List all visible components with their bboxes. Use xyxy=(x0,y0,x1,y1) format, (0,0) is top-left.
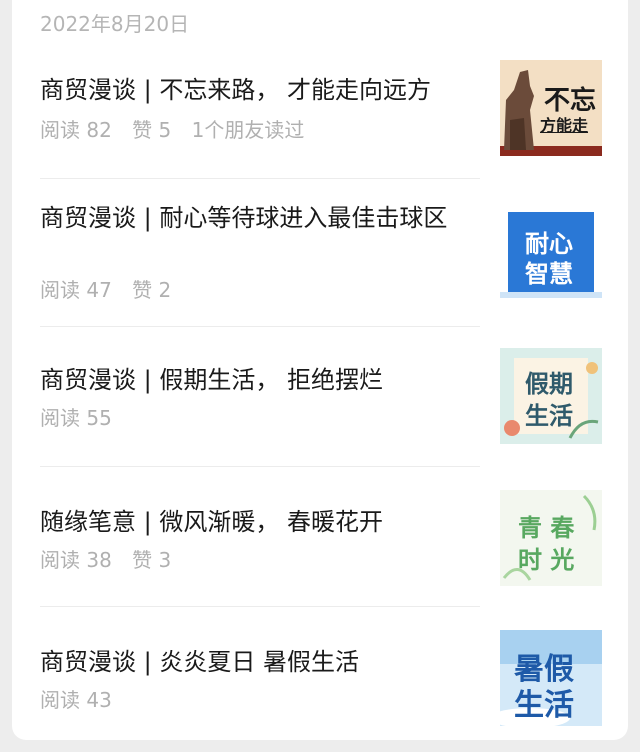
read-count: 阅读 38 xyxy=(40,548,112,572)
article-meta: 阅读 55 xyxy=(40,402,126,431)
article-item-3[interactable]: 商贸漫谈 | 假期生活， 拒绝摆烂 阅读 55 假期 生活 xyxy=(40,340,602,446)
read-count: 阅读 55 xyxy=(40,406,112,430)
thumbnail-text: 青 春 xyxy=(518,514,575,542)
read-count: 阅读 43 xyxy=(40,688,112,712)
article-item-1[interactable]: 商贸漫谈 | 不忘来路， 才能走向远方 阅读 82 赞 5 1个朋友读过 不忘 … xyxy=(40,56,602,164)
article-thumbnail[interactable]: 假期 生活 xyxy=(500,348,602,444)
thumbnail-subtext: 方能走 xyxy=(540,116,589,135)
like-count: 赞 3 xyxy=(132,548,172,572)
divider xyxy=(40,606,480,607)
article-title[interactable]: 商贸漫谈 | 炎炎夏日 暑假生活 xyxy=(40,644,480,680)
like-count: 赞 2 xyxy=(132,278,172,302)
article-item-5[interactable]: 商贸漫谈 | 炎炎夏日 暑假生活 阅读 43 暑假 生活 xyxy=(40,622,602,728)
article-thumbnail[interactable]: 耐心 智慧 xyxy=(500,206,602,302)
read-count: 阅读 82 xyxy=(40,118,112,142)
article-meta: 阅读 82 赞 5 1个朋友读过 xyxy=(40,114,318,143)
article-meta: 阅读 47 赞 2 xyxy=(40,274,185,303)
article-thumbnail[interactable]: 不忘 方能走 xyxy=(500,60,602,156)
divider xyxy=(40,178,480,179)
article-item-4[interactable]: 随缘笔意 | 微风渐暖， 春暖花开 阅读 38 赞 3 青 春 时 光 xyxy=(40,482,602,588)
thumbnail-subtext: 时 光 xyxy=(518,546,575,574)
divider xyxy=(40,466,480,467)
article-title[interactable]: 随缘笔意 | 微风渐暖， 春暖花开 xyxy=(40,504,480,540)
read-count: 阅读 47 xyxy=(40,278,112,302)
article-title[interactable]: 商贸漫谈 | 耐心等待球进入最佳击球区 xyxy=(40,200,480,236)
friends-read: 1个朋友读过 xyxy=(191,118,305,142)
like-count: 赞 5 xyxy=(132,118,172,142)
article-thumbnail[interactable]: 青 春 时 光 xyxy=(500,490,602,586)
publish-date: 2022年8月20日 xyxy=(40,12,190,36)
divider xyxy=(40,326,480,327)
article-title[interactable]: 商贸漫谈 | 不忘来路， 才能走向远方 xyxy=(40,72,480,108)
thumbnail-text: 假期 xyxy=(525,370,573,398)
article-title[interactable]: 商贸漫谈 | 假期生活， 拒绝摆烂 xyxy=(40,362,480,398)
article-meta: 阅读 43 xyxy=(40,684,126,713)
article-meta: 阅读 38 赞 3 xyxy=(40,544,185,573)
thumbnail-subtext: 生活 xyxy=(514,688,574,723)
thumbnail-subtext: 智慧 xyxy=(525,260,573,288)
article-item-2[interactable]: 商贸漫谈 | 耐心等待球进入最佳击球区 阅读 47 赞 2 耐心 智慧 xyxy=(40,186,602,310)
thumbnail-subtext: 生活 xyxy=(525,402,573,430)
article-thumbnail[interactable]: 暑假 生活 xyxy=(500,630,602,726)
